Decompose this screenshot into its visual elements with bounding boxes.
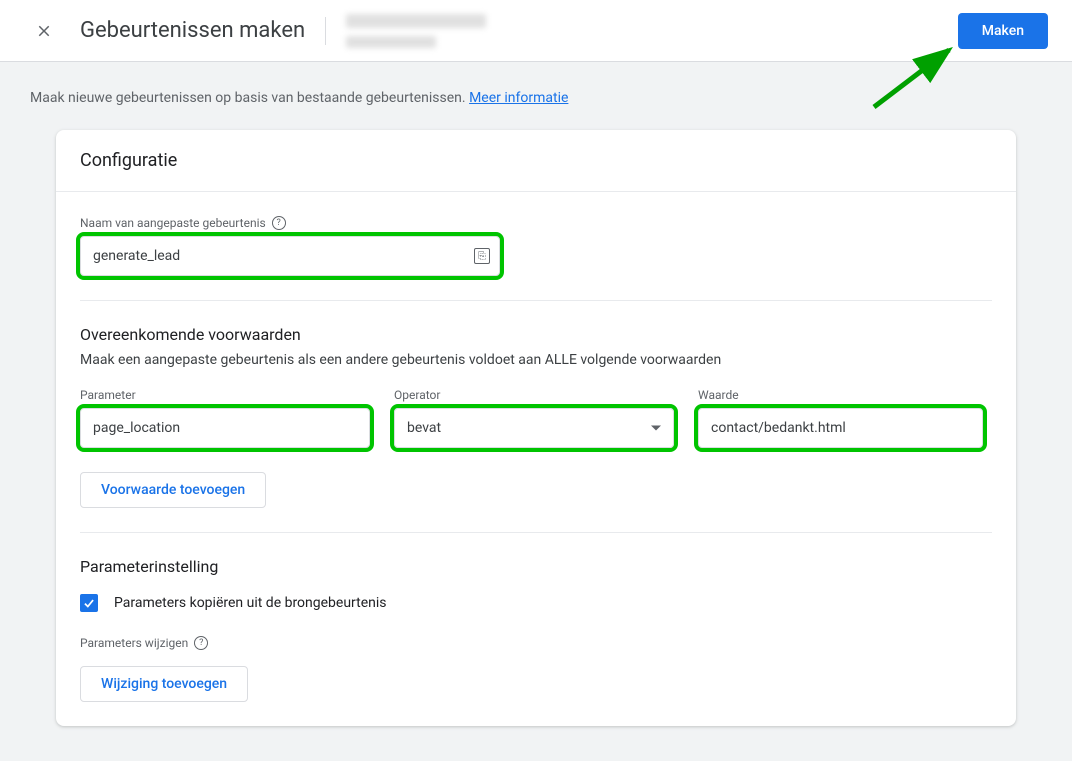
conditions-subtitle: Maak een aangepaste gebeurtenis als een … xyxy=(80,352,992,368)
operator-select[interactable]: bevat xyxy=(394,408,674,448)
config-card: Configuratie Naam van aangepaste gebeurt… xyxy=(56,130,1016,726)
intro-text-content: Maak nieuwe gebeurtenissen op basis van … xyxy=(30,90,466,106)
params-title: Parameterinstelling xyxy=(80,557,992,576)
event-name-input[interactable] xyxy=(80,236,500,276)
add-modification-button[interactable]: Wijziging toevoegen xyxy=(80,666,248,702)
operator-value: bevat xyxy=(407,420,441,436)
property-info xyxy=(346,14,486,48)
intro-text: Maak nieuwe gebeurtenissen op basis van … xyxy=(30,90,1048,106)
help-icon[interactable]: ? xyxy=(194,636,208,650)
clipboard-icon[interactable]: ⎘ xyxy=(474,248,490,264)
condition-row: Parameter Operator bevat Waarde xyxy=(80,388,992,448)
value-input[interactable] xyxy=(698,408,983,448)
page-title: Gebeurtenissen maken xyxy=(80,17,326,45)
page-header: Gebeurtenissen maken Maken xyxy=(0,0,1072,62)
operator-label: Operator xyxy=(394,388,674,402)
add-condition-button[interactable]: Voorwaarde toevoegen xyxy=(80,472,266,508)
help-icon[interactable]: ? xyxy=(272,216,286,230)
event-name-label: Naam van aangepaste gebeurtenis ? xyxy=(80,216,992,230)
copy-params-label: Parameters kopiëren uit de brongebeurten… xyxy=(114,595,387,611)
event-name-input-wrap: ⎘ xyxy=(80,236,500,276)
more-info-link[interactable]: Meer informatie xyxy=(469,90,568,106)
redacted-property-id xyxy=(346,36,436,48)
close-icon[interactable] xyxy=(24,11,64,51)
redacted-property-name xyxy=(346,14,486,28)
config-title: Configuratie xyxy=(80,150,992,171)
card-header: Configuratie xyxy=(56,130,1016,192)
parameter-label: Parameter xyxy=(80,388,370,402)
divider xyxy=(80,300,992,301)
divider xyxy=(80,532,992,533)
chevron-down-icon xyxy=(651,426,661,431)
modify-params-label: Parameters wijzigen xyxy=(80,636,188,650)
value-label: Waarde xyxy=(698,388,983,402)
create-button[interactable]: Maken xyxy=(958,13,1048,49)
conditions-title: Overeenkomende voorwaarden xyxy=(80,325,992,344)
copy-params-checkbox[interactable] xyxy=(80,594,98,612)
parameter-input[interactable] xyxy=(80,408,370,448)
